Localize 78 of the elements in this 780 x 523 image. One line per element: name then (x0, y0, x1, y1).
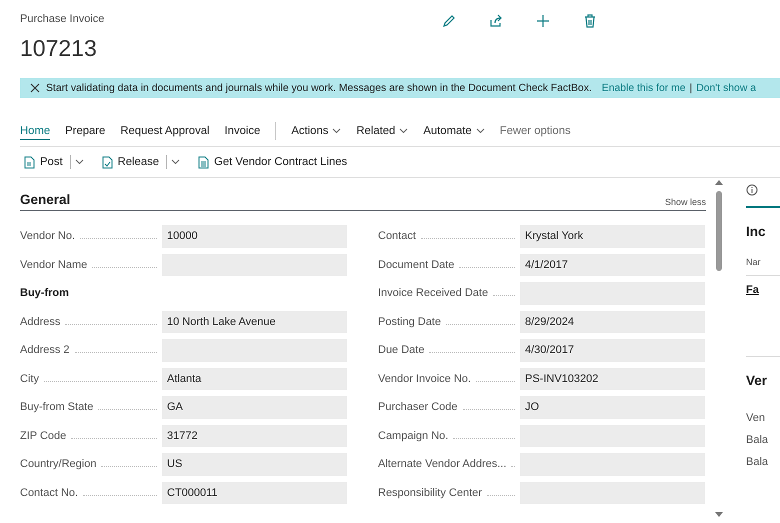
document-icon (24, 156, 36, 168)
field-label: Purchaser Code (378, 401, 458, 414)
info-icon[interactable] (746, 184, 758, 196)
input-field[interactable]: 31772 (162, 424, 347, 447)
input-field[interactable]: CT000011 (162, 482, 347, 504)
section-title: General (20, 192, 70, 207)
scrollbar-thumb[interactable] (716, 191, 722, 271)
field-label: Document Date (378, 258, 454, 271)
input-field[interactable]: 8/29/2024 (520, 310, 705, 333)
input-field[interactable]: US (162, 453, 347, 476)
chevron-down-icon (332, 128, 342, 134)
show-less-link[interactable]: Show less (664, 197, 706, 207)
input-field[interactable]: 10 North Lake Avenue (162, 310, 347, 333)
chevron-down-icon (74, 159, 84, 165)
menu-tab[interactable]: Related (356, 123, 408, 139)
field-label: Country/Region (20, 458, 96, 470)
field-label: Address (20, 316, 60, 328)
share-icon[interactable] (488, 13, 504, 29)
factbox-heading: Ver (746, 373, 768, 388)
tab[interactable]: Invoice (224, 123, 260, 139)
banner-link[interactable]: Enable this for me (602, 82, 686, 94)
link-separator: | (690, 82, 692, 94)
pencil-icon[interactable] (441, 13, 457, 29)
menu-tab[interactable]: Actions (291, 123, 342, 139)
scroll-down-icon[interactable] (715, 512, 723, 517)
field-label: Vendor Invoice No. (378, 372, 471, 385)
input-field[interactable]: 4/30/2017 (520, 339, 705, 362)
scroll-up-icon[interactable] (715, 180, 723, 185)
input-field[interactable]: Krystal York (520, 225, 705, 248)
row-link[interactable]: Fa (746, 284, 780, 296)
factbox-label: Ven (746, 412, 766, 424)
chevron-down-icon (171, 159, 180, 165)
document-icon (198, 156, 210, 168)
field-label: City (20, 372, 39, 385)
factbox-label: Bala (746, 456, 770, 468)
field-label: Vendor No. (20, 230, 76, 242)
group-heading: Buy-from (20, 286, 70, 302)
field-label: Alternate Vendor Addres... (378, 458, 506, 470)
action-button[interactable]: Release (98, 156, 164, 168)
plus-icon[interactable] (535, 13, 551, 29)
input-field[interactable]: JO (520, 396, 705, 418)
field-label: Buy-from State (20, 401, 94, 414)
field-label: ZIP Code (20, 430, 66, 442)
banner-message: Start validating data in documents and journals while you work. Messages are shown in the Document Check FactBox. (46, 82, 592, 94)
dropdown-button[interactable] (70, 155, 84, 169)
field-label: Responsibility Center (378, 486, 482, 499)
tab[interactable]: Prepare (65, 123, 106, 139)
chevron-down-icon (399, 128, 408, 134)
dropdown-button[interactable] (166, 155, 180, 169)
close-icon[interactable] (30, 83, 40, 93)
factbox-heading: Inc (746, 224, 767, 239)
action-button[interactable]: Get Vendor Contract Lines (194, 156, 352, 168)
field-label: Due Date (378, 344, 424, 356)
input-field[interactable]: GA (162, 396, 347, 418)
tab[interactable]: Fewer options (500, 123, 571, 139)
factbox-label: Bala (746, 434, 770, 446)
field-label: Contact No. (20, 486, 78, 499)
input-field[interactable]: 10000 (162, 225, 347, 248)
field-label: Posting Date (378, 316, 441, 328)
column-header: Nar (746, 257, 780, 276)
input-field[interactable]: 4/1/2017 (520, 254, 705, 276)
banner-link[interactable]: Don't show a (696, 82, 756, 94)
action-button[interactable]: Post (20, 156, 67, 168)
field-label: Invoice Received Date (378, 287, 488, 300)
field-label: Contact (378, 230, 416, 242)
field-label: Address 2 (20, 344, 70, 356)
input-field[interactable]: PS-INV103202 (520, 368, 705, 390)
input-field[interactable]: Atlanta (162, 368, 347, 390)
field-label: Vendor Name (20, 258, 88, 271)
tab[interactable]: Home (20, 122, 50, 140)
menu-tab[interactable]: Automate (423, 123, 485, 139)
page-caption: Purchase Invoice (20, 13, 104, 25)
trash-icon[interactable] (582, 13, 598, 29)
tab[interactable]: Request Approval (120, 123, 210, 139)
document-icon (102, 156, 114, 168)
document-number: 107213 (20, 35, 97, 62)
field-label: Campaign No. (378, 430, 448, 442)
chevron-down-icon (476, 128, 485, 134)
